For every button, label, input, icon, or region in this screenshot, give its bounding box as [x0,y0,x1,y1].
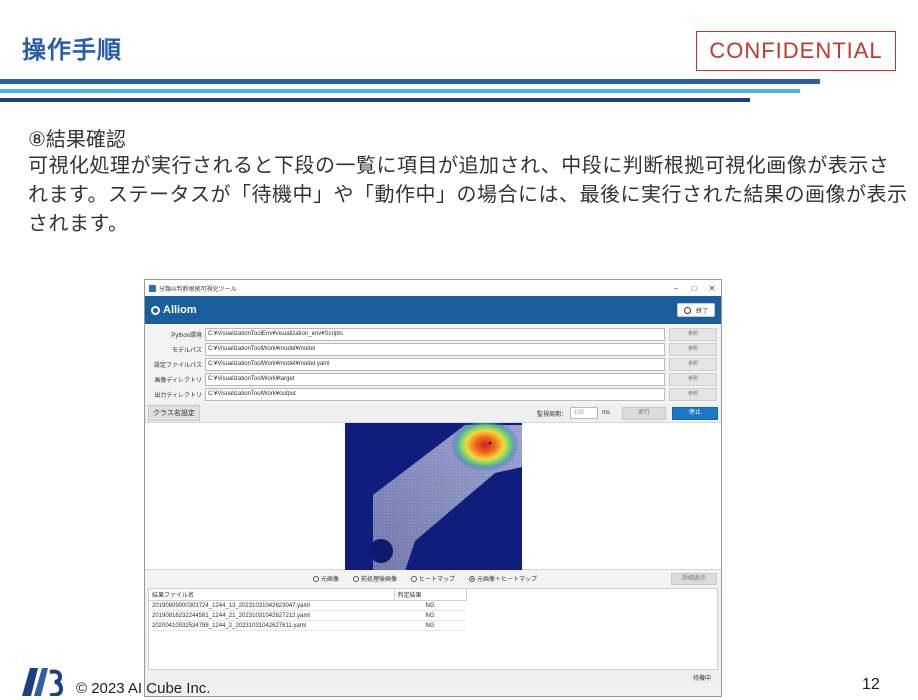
browse-button[interactable]: 参照 [669,343,717,356]
radio-icon [313,575,319,582]
header-rule-2 [0,89,800,93]
results-table: 結果ファイル名 判定結果 20190809000303724_1244_13_2… [149,589,467,631]
radio-icon [411,575,418,582]
detail-view-button[interactable]: 詳細表示 [671,573,717,585]
table-row[interactable]: 20190809000303724_1244_13_20231031042623… [149,600,466,611]
python-env-field[interactable]: C:¥VisualizationToolEnv¥visualization_en… [205,328,665,341]
path-label: モデルパス [171,348,202,354]
image-dir-field[interactable]: C:¥VisualizationToolWork¥target [205,373,665,386]
result-file-cell: 20190816232244581_1244_21_20231031042627… [149,610,394,621]
path-label: 設定ファイルパス [153,363,202,369]
app-icon [149,284,156,292]
interval-input[interactable]: 100 [570,407,598,419]
brand-bar: Alliom 終了 [145,296,721,324]
copyright: © 2023 AI Cube Inc. [76,680,211,697]
interval-unit: ms [602,410,610,416]
exit-icon [683,306,691,314]
radio-label: 前処理後画像 [361,577,398,583]
path-settings-panel: Python環境 C:¥VisualizationToolEnv¥visuali… [145,324,721,404]
confidential-badge: CONFIDENTIAL [696,31,896,71]
exit-button-label: 終了 [695,308,708,315]
step-heading: ⑧結果確認 [28,127,126,151]
control-bar: クラス名設定 監視周期： 100 ms 実行 停止 [145,404,721,422]
model-path-field[interactable]: C:¥VisualizationToolWork¥model¥model [205,343,665,356]
status-bar: 待機中 [145,670,721,684]
path-label: Python環境 [171,333,202,339]
result-value-cell: NG [394,610,466,621]
browse-button[interactable]: 参照 [669,328,717,341]
radio-icon [353,575,360,582]
path-row-output-dir: 出力ディレクトリ C:¥VisualizationToolWork¥output… [149,387,717,402]
slide-title: 操作手順 [22,36,122,64]
header-rule-3 [0,98,750,102]
results-list: 結果ファイル名 判定結果 20190809000303724_1244_13_2… [148,588,718,670]
browse-button[interactable]: 参照 [669,358,717,371]
interval-label: 監視周期： [536,411,567,418]
browse-button[interactable]: 参照 [669,373,717,386]
path-label: 出力ディレクトリ [154,393,202,399]
window-title: 分類AI判断根拠可視化ツール [159,286,237,293]
image-viewer [145,422,721,571]
path-row-model: モデルパス C:¥VisualizationToolWork¥model¥mod… [149,342,717,357]
status-text: 待機中 [692,675,711,682]
path-label: 画像ディレクトリ [154,378,202,384]
minimize-icon[interactable]: – [667,284,685,293]
brand-name: Alliom [163,304,197,316]
radio-preprocessed[interactable]: 前処理後画像 [353,574,397,583]
table-row[interactable]: 20190816232244581_1244_21_20231031042627… [149,610,466,621]
company-logo-icon [22,668,64,696]
result-value-cell: NG [394,620,466,631]
header-rule-1 [0,79,820,84]
table-row[interactable]: 20200410032534788_1244_2_202310310426276… [149,620,466,631]
view-mode-bar: 元画像 前処理後画像 ヒートマップ 元画像＋ヒートマップ 詳細表示 [145,570,721,588]
stop-button[interactable]: 停止 [672,406,718,420]
output-dir-field[interactable]: C:¥VisualizationToolWork¥output [205,388,665,401]
radio-label: ヒートマップ [419,577,456,583]
column-header-file[interactable]: 結果ファイル名 [149,589,395,601]
close-icon[interactable]: ✕ [703,284,721,293]
window-titlebar: 分類AI判断根拠可視化ツール – □ ✕ [145,280,721,296]
heatmap-overlay-image [345,423,522,571]
path-row-python: Python環境 C:¥VisualizationToolEnv¥visuali… [149,327,717,342]
step-description: 可視化処理が実行されると下段の一覧に項目が追加され、中段に判断根拠可視化画像が表… [28,153,908,235]
radio-label: 元画像 [321,577,340,583]
view-mode-radios: 元画像 前処理後画像 ヒートマップ 元画像＋ヒートマップ [313,574,551,583]
radio-label: 元画像＋ヒートマップ [477,577,538,583]
page-number: 12 [862,676,880,693]
result-value-cell: NG [394,600,466,611]
radio-original-plus-heatmap[interactable]: 元画像＋ヒートマップ [469,574,537,583]
result-file-cell: 20190809000303724_1244_13_20231031042623… [149,600,394,611]
browse-button[interactable]: 参照 [669,388,717,401]
radio-selected-icon [469,575,476,582]
exit-button[interactable]: 終了 [676,303,715,317]
column-header-result[interactable]: 判定結果 [394,589,467,601]
maximize-icon[interactable]: □ [685,284,703,293]
result-file-cell: 20200410032534788_1244_2_202310310426276… [149,620,394,631]
radio-heatmap[interactable]: ヒートマップ [411,574,455,583]
radio-original[interactable]: 元画像 [313,574,339,583]
path-row-image-dir: 画像ディレクトリ C:¥VisualizationToolWork¥target… [149,372,717,387]
path-row-config: 設定ファイルパス C:¥VisualizationToolWork¥model¥… [149,357,717,372]
brand-logo-icon [151,305,160,315]
run-button[interactable]: 実行 [622,406,666,420]
config-path-field[interactable]: C:¥VisualizationToolWork¥model¥model.yam… [205,358,665,371]
app-window: 分類AI判断根拠可視化ツール – □ ✕ Alliom 終了 Python環境 … [144,279,722,697]
class-name-settings-button[interactable]: クラス名設定 [148,405,200,421]
